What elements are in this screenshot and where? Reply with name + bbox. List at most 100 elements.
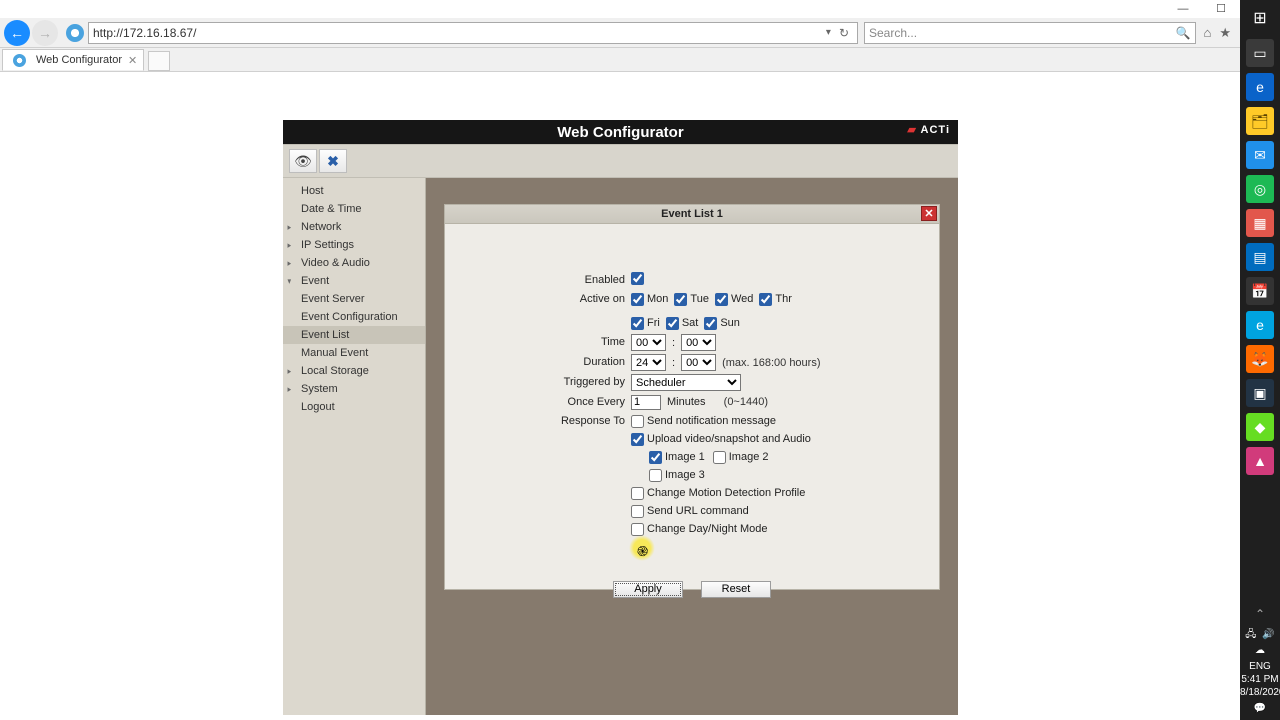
address-bar[interactable]: http://172.16.18.67/ ▾ ↻ xyxy=(88,22,858,44)
app-icon-calendar[interactable]: 📅 xyxy=(1246,277,1274,305)
app-toolbar: 👁 ✖ xyxy=(283,144,958,178)
tab-web-configurator[interactable]: Web Configurator ✕ xyxy=(2,49,144,71)
main-panel: Event List 1 ✕ Enabled Active on Mon xyxy=(426,178,958,715)
label-once-every: Once Every xyxy=(455,394,631,410)
day-wed-checkbox[interactable] xyxy=(715,293,728,306)
resp-image2-checkbox[interactable] xyxy=(713,451,726,464)
time-hour-select[interactable]: 00 xyxy=(631,334,666,351)
sidebar-item-event-list[interactable]: Event List xyxy=(283,326,425,344)
app-icon-red[interactable]: ▦ xyxy=(1246,209,1274,237)
sidebar-item-date-time[interactable]: Date & Time xyxy=(283,200,425,218)
day-sat-checkbox[interactable] xyxy=(666,317,679,330)
favorites-icon[interactable]: ★ xyxy=(1219,25,1231,41)
firefox-icon[interactable]: 🦊 xyxy=(1246,345,1274,373)
triggered-by-select[interactable]: Scheduler xyxy=(631,374,741,391)
sidebar: HostDate & TimeNetworkIP SettingsVideo &… xyxy=(283,178,426,715)
tray-notifications-icon[interactable]: 💬 xyxy=(1254,702,1266,715)
enabled-checkbox[interactable] xyxy=(631,272,644,285)
sidebar-item-network[interactable]: Network xyxy=(283,218,425,236)
resp-notify-checkbox[interactable] xyxy=(631,415,644,428)
sidebar-item-logout[interactable]: Logout xyxy=(283,398,425,416)
duration-minute-select[interactable]: 00 xyxy=(681,354,716,371)
refresh-icon[interactable]: ↻ xyxy=(835,26,853,40)
live-view-button[interactable]: 👁 xyxy=(289,149,317,173)
brand-logo: ▰ ACTi xyxy=(907,123,950,136)
forward-button[interactable]: → xyxy=(32,20,58,46)
tray-volume-icon[interactable]: 🔊 xyxy=(1262,628,1274,641)
duration-note: (max. 168:00 hours) xyxy=(722,355,820,371)
search-icon[interactable]: 🔍 xyxy=(1176,26,1191,40)
tab-title: Web Configurator xyxy=(36,54,122,66)
tray-date[interactable]: 8/18/2020 xyxy=(1240,686,1280,699)
home-icon[interactable]: ⌂ xyxy=(1204,25,1212,40)
dialog-close-button[interactable]: ✕ xyxy=(921,206,937,221)
sidebar-item-host[interactable]: Host xyxy=(283,182,425,200)
apply-button[interactable]: Apply xyxy=(613,581,683,598)
sidebar-item-event[interactable]: Event xyxy=(283,272,425,290)
search-placeholder: Search... xyxy=(869,26,1172,40)
app-icon-pink[interactable]: ▲ xyxy=(1246,447,1274,475)
ie-icon xyxy=(66,24,84,42)
label-triggered-by: Triggered by xyxy=(455,374,631,390)
resp-motion-checkbox[interactable] xyxy=(631,487,644,500)
tray-onedrive-icon[interactable]: ☁ xyxy=(1255,644,1265,657)
sidebar-item-video-audio[interactable]: Video & Audio xyxy=(283,254,425,272)
address-text[interactable]: http://172.16.18.67/ xyxy=(93,26,822,40)
window-titlebar: — ☐ ✕ xyxy=(0,0,1280,18)
new-tab-button[interactable] xyxy=(148,51,170,71)
sidebar-item-event-configuration[interactable]: Event Configuration xyxy=(283,308,425,326)
resp-daynight-checkbox[interactable] xyxy=(631,523,644,536)
start-button[interactable]: ⊞ xyxy=(1240,0,1280,36)
app-icon-blue[interactable]: ▤ xyxy=(1246,243,1274,271)
sidebar-item-ip-settings[interactable]: IP Settings xyxy=(283,236,425,254)
time-minute-select[interactable]: 00 xyxy=(681,334,716,351)
event-list-dialog: Event List 1 ✕ Enabled Active on Mon xyxy=(444,204,940,590)
window-maximize-button[interactable]: ☐ xyxy=(1202,0,1240,18)
dialog-title: Event List 1 xyxy=(661,208,723,220)
resp-upload-checkbox[interactable] xyxy=(631,433,644,446)
label-active-on: Active on xyxy=(455,291,631,307)
page-viewport: Web Configurator ▰ ACTi 👁 ✖ HostDate & T… xyxy=(0,72,1240,720)
search-box[interactable]: Search... 🔍 xyxy=(864,22,1196,44)
explorer-icon[interactable]: 🗂 xyxy=(1246,107,1274,135)
edge-icon[interactable]: e xyxy=(1246,73,1274,101)
back-button[interactable]: ← xyxy=(4,20,30,46)
dialog-header: Event List 1 ✕ xyxy=(445,205,939,224)
tab-close-icon[interactable]: ✕ xyxy=(128,54,137,67)
app-title: Web Configurator xyxy=(557,124,683,141)
setup-button[interactable]: ✖ xyxy=(319,149,347,173)
ie-toolbar: ← → http://172.16.18.67/ ▾ ↻ Search... 🔍… xyxy=(0,18,1280,48)
sidebar-item-local-storage[interactable]: Local Storage xyxy=(283,362,425,380)
app-header: Web Configurator ▰ ACTi xyxy=(283,120,958,144)
sidebar-item-system[interactable]: System xyxy=(283,380,425,398)
day-mon-checkbox[interactable] xyxy=(631,293,644,306)
reset-button[interactable]: Reset xyxy=(701,581,771,598)
app-icon-green[interactable]: ◆ xyxy=(1246,413,1274,441)
tray-network-icon[interactable]: 🖧 xyxy=(1245,628,1256,641)
resp-url-checkbox[interactable] xyxy=(631,505,644,518)
duration-hour-select[interactable]: 24 xyxy=(631,354,666,371)
tray-overflow-icon[interactable]: ⌃ xyxy=(1255,607,1265,621)
tray-time[interactable]: 5:41 PM xyxy=(1240,673,1280,686)
day-tue-checkbox[interactable] xyxy=(674,293,687,306)
chrome-icon[interactable]: ◎ xyxy=(1246,175,1274,203)
ie-taskbar-icon[interactable]: e xyxy=(1246,311,1274,339)
day-sun-checkbox[interactable] xyxy=(704,317,717,330)
label-enabled: Enabled xyxy=(455,272,631,288)
day-thr-checkbox[interactable] xyxy=(759,293,772,306)
resp-image3-checkbox[interactable] xyxy=(649,469,662,482)
windows-taskbar: ⊞ ▭ e 🗂 ✉ ◎ ▦ ▤ 📅 e 🦊 ▣ ◆ ▲ ⌃ 🖧 🔊 ☁ ENG 5… xyxy=(1240,0,1280,720)
label-time: Time xyxy=(455,334,631,350)
window-minimize-button[interactable]: — xyxy=(1164,0,1202,18)
once-every-input[interactable] xyxy=(631,395,661,410)
mail-icon[interactable]: ✉ xyxy=(1246,141,1274,169)
taskview-icon[interactable]: ▭ xyxy=(1246,39,1274,67)
day-fri-checkbox[interactable] xyxy=(631,317,644,330)
sidebar-item-manual-event[interactable]: Manual Event xyxy=(283,344,425,362)
sidebar-item-event-server[interactable]: Event Server xyxy=(283,290,425,308)
tray-language[interactable]: ENG xyxy=(1240,660,1280,673)
app-icon-dark[interactable]: ▣ xyxy=(1246,379,1274,407)
resp-image1-checkbox[interactable] xyxy=(649,451,662,464)
address-dropdown-icon[interactable]: ▾ xyxy=(822,27,835,38)
label-response-to: Response To xyxy=(455,413,631,429)
